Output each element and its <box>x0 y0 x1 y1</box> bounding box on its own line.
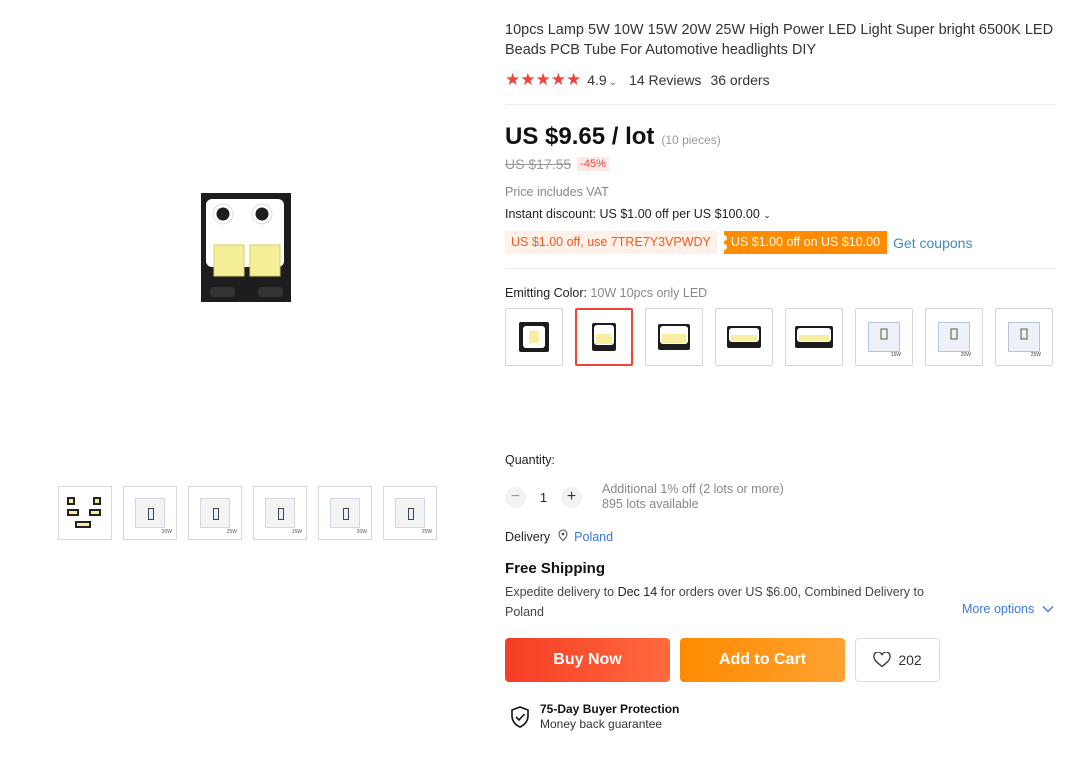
thumbnail-4[interactable]: 15W <box>253 486 307 540</box>
get-coupons-link[interactable]: Get coupons <box>893 235 972 251</box>
thumb-tag: 25W <box>421 529 432 535</box>
free-shipping: Free Shipping <box>505 560 606 577</box>
variant-selected: 10W 10pcs only LED <box>590 286 708 300</box>
bulk-discount: Additional 1% off (2 lots or more) <box>602 482 784 496</box>
led-icon <box>592 323 616 351</box>
wishlist-button[interactable]: 202 <box>855 638 940 682</box>
current-price: US $9.65 / lot <box>505 123 655 150</box>
coupon-offer[interactable]: US $1.00 off on US $10.00 <box>720 231 888 254</box>
price-row: US $9.65 / lot (10 pieces) <box>505 123 721 151</box>
thumbnail-6[interactable]: 25W <box>383 486 437 540</box>
thumbnail-3[interactable]: 25W <box>188 486 242 540</box>
coupon-code[interactable]: US $1.00 off, use 7TRE7Y3VPWDY <box>505 231 717 254</box>
chevron-down-icon: ⌄ <box>763 210 771 220</box>
led-icon <box>727 326 761 348</box>
variant-25w-black[interactable] <box>785 308 843 366</box>
buyer-protection: 75-Day Buyer Protection Money back guara… <box>510 702 679 732</box>
main-product-image <box>190 183 302 313</box>
protection-title: 75-Day Buyer Protection <box>540 702 680 716</box>
quantity-label: Quantity: <box>505 453 556 467</box>
delivery-row: Delivery Poland <box>505 529 613 544</box>
vat-note: Price includes VAT <box>505 185 609 199</box>
rating-value[interactable]: 4.9 ⌄ <box>587 72 617 88</box>
pcb-image <box>395 498 425 528</box>
thumb-tag: 20W <box>161 529 172 535</box>
variant-tag: 20W <box>960 352 971 358</box>
add-to-cart-button[interactable]: Add to Cart <box>680 638 845 682</box>
quantity-stepper: − 1 + Additional 1% off (2 lots or more)… <box>505 482 784 512</box>
led-icon <box>795 326 833 348</box>
pcb-icon <box>868 322 900 352</box>
shield-check-icon <box>511 706 529 728</box>
thumbnail-2[interactable]: 20W <box>123 486 177 540</box>
thumb-tag: 25W <box>226 529 237 535</box>
more-options-link[interactable]: More options <box>962 602 1054 616</box>
pcb-image <box>135 498 165 528</box>
variant-20w-black[interactable] <box>715 308 773 366</box>
stock-available: 895 lots available <box>602 497 699 511</box>
delivery-label: Delivery <box>505 529 551 544</box>
product-title: 10pcs Lamp 5W 10W 15W 20W 25W High Power… <box>505 22 1054 58</box>
thumbnail-1[interactable] <box>58 486 112 540</box>
star-rating-icon: ★★★★★ <box>505 70 582 89</box>
increment-button[interactable]: + <box>561 486 582 508</box>
variant-swatches: 15W 20W 25W <box>505 308 1065 366</box>
decrement-button[interactable]: − <box>505 486 526 508</box>
protection-subtitle: Money back guarantee <box>540 717 663 731</box>
original-price-row: US $17.55 -45% <box>505 156 609 172</box>
reviews-link[interactable]: 14 Reviews <box>629 72 701 88</box>
buy-now-button[interactable]: Buy Now <box>505 638 670 682</box>
led-icon <box>519 322 549 352</box>
divider <box>505 104 1056 105</box>
wishlist-count: 202 <box>898 652 922 668</box>
lot-pieces: (10 pieces) <box>661 133 721 147</box>
thumbnail-strip: 20W 25W 15W 20W 25W <box>58 486 437 540</box>
variant-15w-black[interactable] <box>645 308 703 366</box>
location-pin-icon <box>558 529 568 544</box>
multi-led-icon <box>67 497 101 528</box>
variant-label: Emitting Color: 10W 10pcs only LED <box>505 286 708 300</box>
led-icon <box>658 324 690 350</box>
original-price: US $17.55 <box>505 156 572 172</box>
variant-tag: 15W <box>890 352 901 358</box>
variant-15w-pcb[interactable]: 15W <box>855 308 913 366</box>
pcb-image <box>200 498 230 528</box>
variant-tag: 25W <box>1030 352 1041 358</box>
pcb-icon <box>1008 322 1040 352</box>
discount-badge: -45% <box>577 157 609 171</box>
thumb-tag: 15W <box>291 529 302 535</box>
quantity-info: Additional 1% off (2 lots or more) 895 l… <box>602 482 784 512</box>
heart-icon <box>873 652 892 668</box>
quantity-value[interactable]: 1 <box>526 490 561 505</box>
chevron-down-icon: ⌄ <box>608 77 618 88</box>
divider <box>505 268 1056 269</box>
variant-25w-pcb[interactable]: 25W <box>995 308 1053 366</box>
variant-20w-pcb[interactable]: 20W <box>925 308 983 366</box>
variant-5w[interactable] <box>505 308 563 366</box>
pcb-image <box>330 498 360 528</box>
rating-row: ★★★★★ 4.9 ⌄ 14 Reviews 36 orders <box>505 70 770 90</box>
coupon-row: US $1.00 off, use 7TRE7Y3VPWDY US $1.00 … <box>505 231 972 254</box>
orders-count: 36 orders <box>710 72 770 88</box>
expedite-date: Dec 14 <box>617 585 658 599</box>
chevron-down-icon <box>1042 606 1054 613</box>
variant-10w[interactable] <box>575 308 633 366</box>
pcb-image <box>265 498 295 528</box>
expedite-note: Expedite delivery to Dec 14 for orders o… <box>505 585 924 619</box>
pcb-icon <box>938 322 970 352</box>
instant-discount[interactable]: Instant discount: US $1.00 off per US $1… <box>505 207 771 221</box>
thumb-tag: 20W <box>356 529 367 535</box>
thumbnail-5[interactable]: 20W <box>318 486 372 540</box>
delivery-country[interactable]: Poland <box>574 530 613 544</box>
